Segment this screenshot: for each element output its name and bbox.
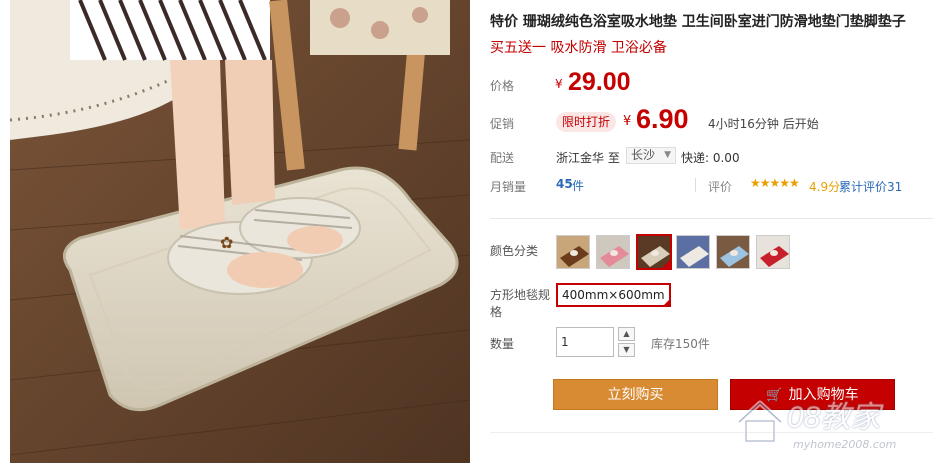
color-swatch-light-blue[interactable] bbox=[716, 235, 750, 269]
shipping-destination-value: 长沙 bbox=[631, 148, 656, 162]
swatch-thumbnail bbox=[677, 236, 709, 268]
shipping-label: 配送 bbox=[490, 151, 515, 165]
swatch-thumbnail bbox=[557, 236, 589, 268]
add-to-cart-button[interactable]: 🛒 加入购物车 bbox=[730, 379, 895, 410]
selected-check-icon bbox=[661, 298, 671, 307]
monthly-sales-value: 45 bbox=[556, 177, 573, 191]
promo-price: 6.90 bbox=[636, 104, 689, 134]
monthly-sales-label: 月销量 bbox=[490, 180, 527, 194]
quantity-decrease-button[interactable]: ▼ bbox=[618, 343, 635, 357]
product-info: 特价 珊瑚绒纯色浴室吸水地垫 卫生间卧室进门防滑地垫门垫脚垫子 买五送一 吸水防… bbox=[490, 0, 933, 463]
original-price: 29.00 bbox=[568, 68, 631, 96]
color-option-row: 颜色分类 bbox=[490, 233, 933, 271]
buy-now-button[interactable]: 立刻购买 bbox=[553, 379, 718, 410]
size-option-label: 方形地毯规格 bbox=[490, 288, 551, 319]
color-swatch-red[interactable] bbox=[756, 235, 790, 269]
sales-row: 月销量 45 件 评价 ★★★★★ 4.9分 累计评价31 bbox=[490, 175, 933, 195]
add-to-cart-label: 加入购物车 bbox=[788, 387, 859, 403]
color-option-label: 颜色分类 bbox=[490, 244, 539, 258]
rating-label: 评价 bbox=[708, 180, 733, 194]
section-divider bbox=[490, 218, 933, 219]
promo-countdown: 4小时16分钟 后开始 bbox=[708, 117, 819, 131]
shipping-from: 浙江金华 至 bbox=[556, 151, 620, 165]
review-count-link[interactable]: 累计评价31 bbox=[839, 178, 902, 195]
color-swatch-brown[interactable] bbox=[556, 235, 590, 269]
rating-value: 4.9分 bbox=[809, 180, 841, 194]
size-option-value: 400mm×600mm bbox=[562, 288, 665, 302]
chevron-down-icon: ▼ bbox=[664, 150, 671, 160]
swatch-thumbnail bbox=[597, 236, 629, 268]
product-photo: ✿ bbox=[10, 0, 470, 463]
price-label: 价格 bbox=[490, 79, 515, 93]
product-title: 特价 珊瑚绒纯色浴室吸水地垫 卫生间卧室进门防滑地垫门垫脚垫子 bbox=[490, 14, 906, 30]
stock-count: 库存150件 bbox=[651, 337, 710, 351]
svg-text:✿: ✿ bbox=[220, 233, 233, 252]
quantity-increase-button[interactable]: ▲ bbox=[618, 327, 635, 341]
promo-badge: 限时打折 bbox=[556, 112, 617, 132]
size-option-selected[interactable]: 400mm×600mm bbox=[556, 283, 671, 307]
section-divider bbox=[490, 432, 933, 433]
monthly-sales-unit: 件 bbox=[572, 179, 585, 193]
shipping-row: 配送 浙江金华 至 长沙 ▼ 快递: 0.00 bbox=[490, 145, 933, 167]
promo-label: 促销 bbox=[490, 117, 515, 131]
promo-currency: ¥ bbox=[623, 114, 632, 129]
product-subtitle: 买五送一 吸水防滑 卫浴必备 bbox=[490, 40, 667, 56]
color-swatch-white-blue[interactable] bbox=[676, 235, 710, 269]
swatch-thumbnail bbox=[717, 236, 749, 268]
price-currency: ¥ bbox=[555, 77, 563, 91]
rating-stars-icon: ★★★★★ bbox=[750, 176, 800, 190]
size-option-row: 方形地毯规格 400mm×600mm bbox=[490, 281, 933, 321]
cart-icon: 🛒 bbox=[766, 388, 783, 403]
price-row: 价格 ¥ 29.00 bbox=[490, 68, 933, 100]
color-swatch-beige[interactable] bbox=[636, 234, 672, 270]
quantity-row: 数量 ▲ ▼ 库存150件 bbox=[490, 327, 933, 359]
promo-row: 促销 限时打折 ¥ 6.90 4小时16分钟 后开始 bbox=[490, 104, 933, 140]
quantity-input[interactable] bbox=[556, 327, 614, 357]
shipping-destination-select[interactable]: 长沙 ▼ bbox=[626, 147, 676, 164]
shipping-fee: 快递: 0.00 bbox=[681, 151, 740, 165]
divider bbox=[695, 178, 696, 192]
color-swatch-pink[interactable] bbox=[596, 235, 630, 269]
swatch-thumbnail bbox=[757, 236, 789, 268]
quantity-label: 数量 bbox=[490, 337, 515, 351]
selected-check-icon bbox=[661, 259, 670, 268]
